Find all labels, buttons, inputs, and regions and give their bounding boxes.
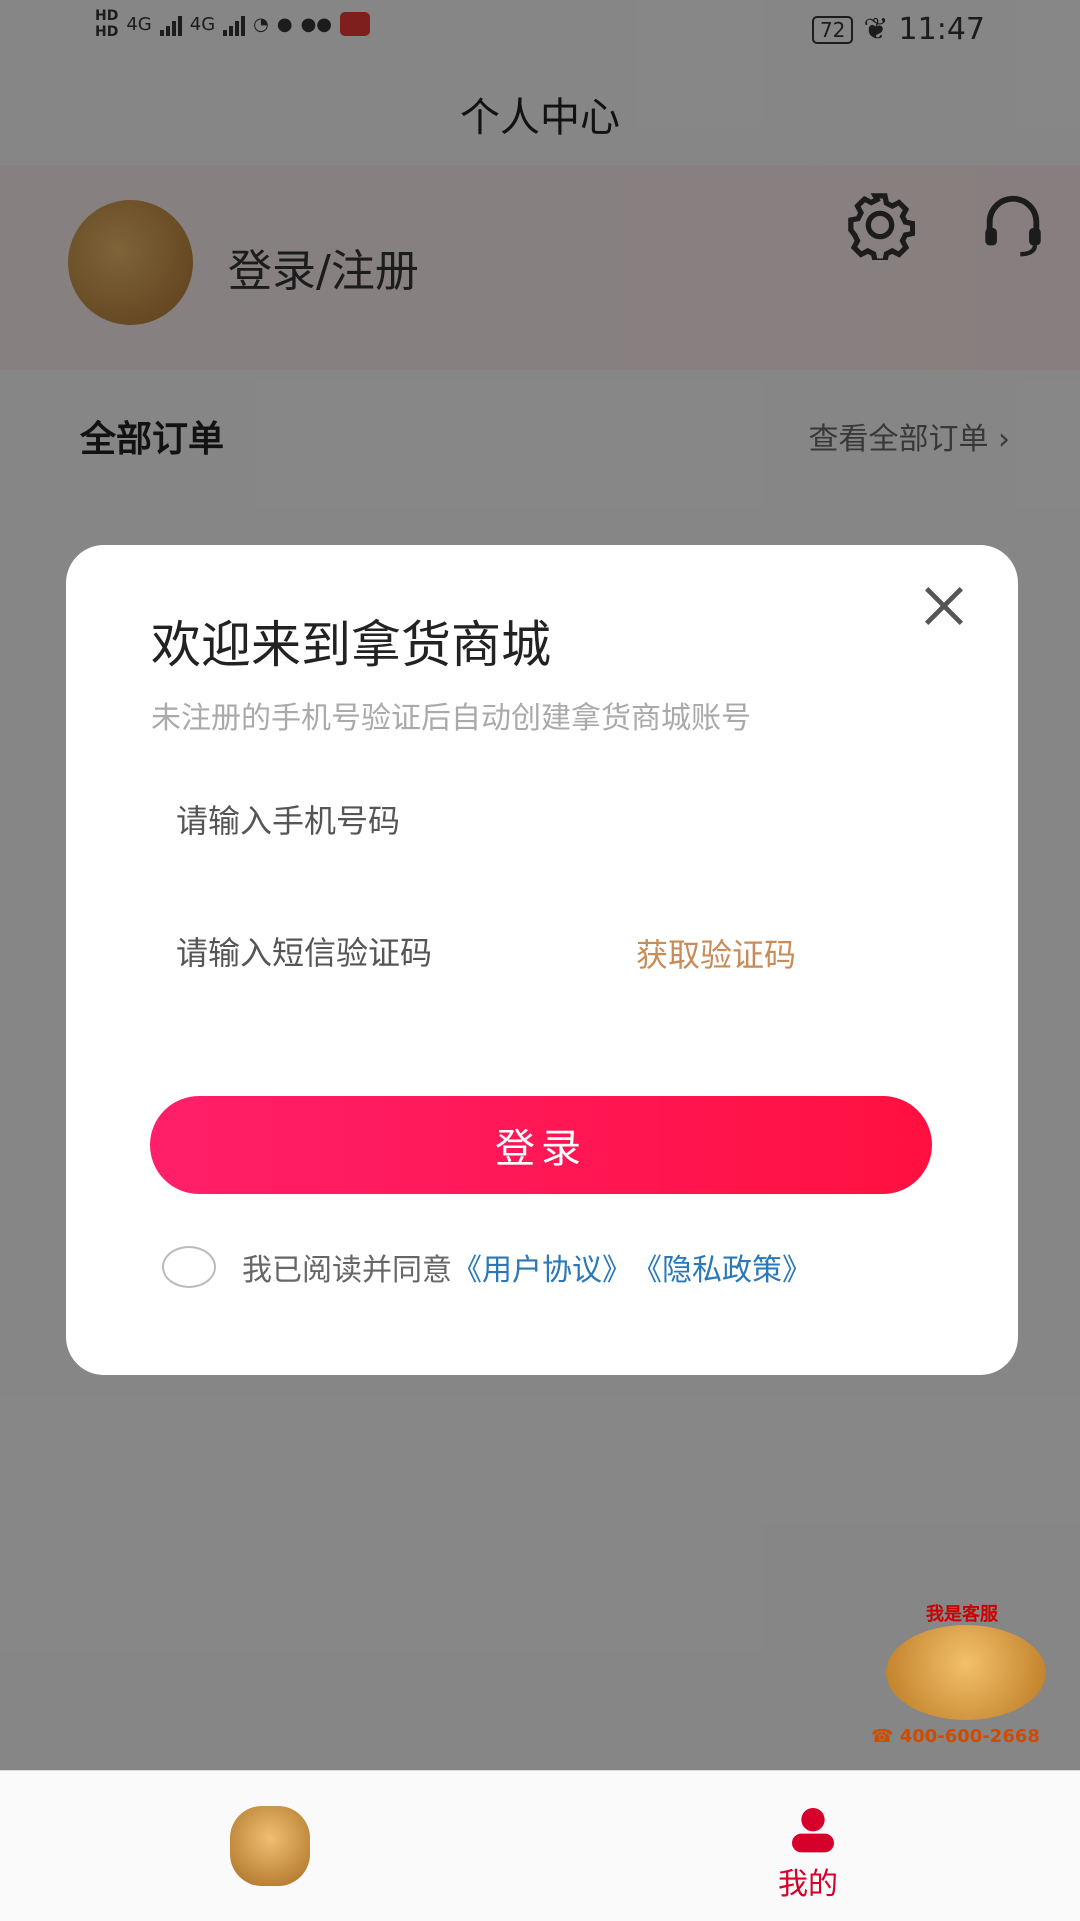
tab-mine[interactable]: 我的: [778, 1859, 838, 1903]
privacy-policy-link[interactable]: 《隐私政策》: [632, 1245, 812, 1289]
phone-input[interactable]: [151, 775, 960, 867]
phone-icon: ☎: [871, 1726, 894, 1747]
bottom-nav: 我的: [0, 1770, 1080, 1921]
login-modal: 欢迎来到拿货商城 未注册的手机号验证后自动创建拿货商城账号 获取验证码 登录 我…: [66, 545, 1018, 1375]
user-icon[interactable]: [785, 1801, 841, 1857]
agreement-row: 我已阅读并同意 《用户协议》 《隐私政策》: [162, 1245, 812, 1289]
customer-service-title: 我是客服: [926, 1604, 998, 1625]
close-icon[interactable]: [918, 580, 970, 632]
agree-checkbox[interactable]: [162, 1246, 216, 1288]
home-tab-icon[interactable]: [230, 1806, 310, 1886]
modal-title: 欢迎来到拿货商城: [151, 616, 551, 674]
get-code-button[interactable]: 获取验证码: [636, 930, 796, 976]
modal-subtitle: 未注册的手机号验证后自动创建拿货商城账号: [151, 701, 751, 736]
customer-service-phone: ☎ 400-600-2668: [871, 1726, 1040, 1747]
user-agreement-link[interactable]: 《用户协议》: [452, 1245, 632, 1289]
phone-number: 400-600-2668: [899, 1726, 1040, 1747]
customer-service-float[interactable]: 我是客服 ☎ 400-600-2668: [866, 1600, 1062, 1750]
sms-code-input[interactable]: [151, 907, 608, 999]
login-button[interactable]: 登录: [150, 1096, 932, 1194]
mascot-icon: [886, 1625, 1046, 1720]
agree-text: 我已阅读并同意: [242, 1253, 452, 1288]
